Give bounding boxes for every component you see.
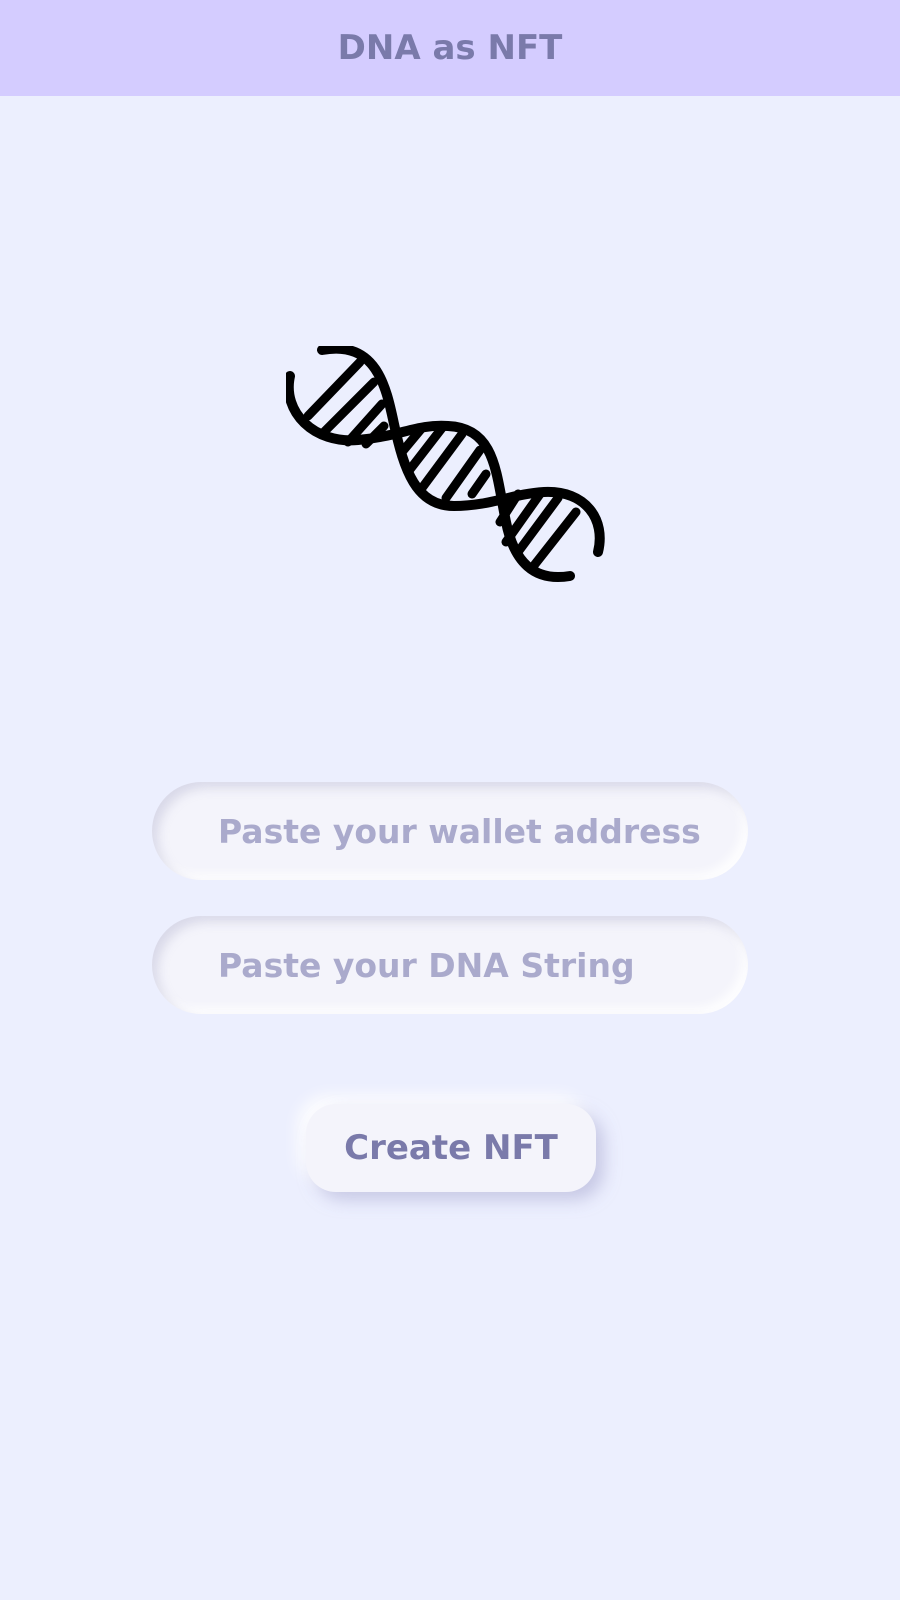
- create-nft-button[interactable]: Create NFT: [306, 1104, 596, 1192]
- dna-string-field[interactable]: [152, 916, 748, 1014]
- dna-icon: [286, 346, 616, 586]
- dna-string-input[interactable]: [152, 916, 748, 1014]
- page-title: DNA as NFT: [337, 28, 563, 68]
- wallet-address-input[interactable]: [152, 782, 748, 880]
- wallet-address-field[interactable]: [152, 782, 748, 880]
- app-header: DNA as NFT: [0, 0, 900, 96]
